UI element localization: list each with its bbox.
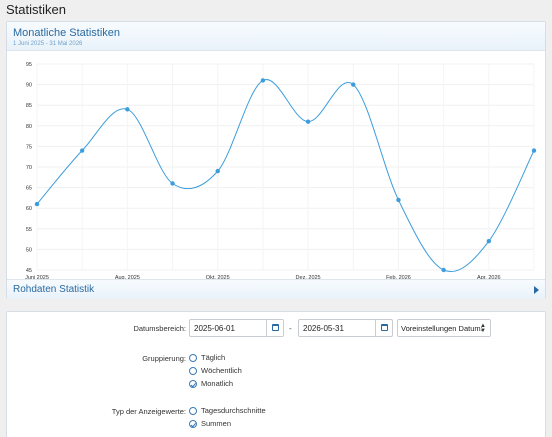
raw-stats-title: Rohdaten Statistik <box>13 284 95 295</box>
filter-form: Datumsbereich: 2025-06-01 - 2026-05-31 V… <box>6 311 546 437</box>
date-preset-select[interactable]: Voreinstellungen Datum: ▲ ▼ <box>397 319 491 337</box>
y-tick-label: 75 <box>26 144 32 150</box>
series-line <box>36 79 535 273</box>
select-arrows-icon: ▲ ▼ <box>480 323 486 334</box>
raw-stats-toggle[interactable]: Rohdaten Statistik <box>7 279 545 299</box>
y-tick-label: 70 <box>26 165 32 171</box>
expand-arrow-icon <box>534 286 539 294</box>
date-separator: - <box>289 324 292 333</box>
display-type-option-label: Tagesdurchschnitte <box>201 406 266 415</box>
panel-title: Monatliche Statistiken <box>13 27 120 39</box>
grouping-option-label: Wöchentlich <box>201 366 242 375</box>
date-from-value: 2025-06-01 <box>194 324 235 333</box>
radio-button[interactable] <box>189 407 197 415</box>
data-point <box>441 267 446 273</box>
date-from-input[interactable]: 2025-06-01 <box>189 319 284 337</box>
data-point <box>531 148 537 153</box>
y-tick-label: 95 <box>26 62 32 68</box>
y-tick-label: 45 <box>26 268 32 274</box>
y-tick-label: 80 <box>26 124 32 130</box>
display-type-option-label: Summen <box>201 419 232 428</box>
radio-button[interactable] <box>189 367 197 375</box>
data-point <box>215 168 220 174</box>
display-type-label: Typ der Anzeigewerte: <box>111 407 186 416</box>
calendar-icon <box>381 324 388 331</box>
data-point <box>79 148 85 153</box>
panel-subtitle: 1 Juni 2025 - 31 Mai 2026 <box>13 41 83 47</box>
data-point <box>170 181 175 186</box>
radio-button[interactable] <box>189 354 197 362</box>
data-point <box>396 197 401 203</box>
y-tick-label: 65 <box>26 186 32 192</box>
radio-button[interactable] <box>189 420 197 428</box>
y-tick-label: 50 <box>26 247 32 253</box>
date-from-calendar-button[interactable] <box>266 320 283 336</box>
date-to-calendar-button[interactable] <box>375 320 392 336</box>
data-point <box>34 201 40 207</box>
monthly-stats-panel: Monatliche Statistiken 1 Juni 2025 - 31 … <box>6 21 546 299</box>
date-preset-value: Voreinstellungen Datum: <box>401 324 483 333</box>
panel-header: Monatliche Statistiken 1 Juni 2025 - 31 … <box>7 22 545 51</box>
data-point <box>125 107 130 112</box>
y-tick-label: 55 <box>26 227 32 233</box>
line-chart: 4550556065707580859095Juni 2025 Aug. 2025… <box>25 62 537 296</box>
date-to-value: 2026-05-31 <box>303 324 344 333</box>
page-title: Statistiken <box>6 2 66 17</box>
y-tick-label: 60 <box>26 206 32 212</box>
grouping-label: Gruppierung: <box>142 354 186 363</box>
date-to-input[interactable]: 2026-05-31 <box>298 319 393 337</box>
data-point <box>351 82 356 87</box>
data-point <box>305 119 311 124</box>
y-tick-label: 85 <box>26 103 32 109</box>
date-range-label: Datumsbereich: <box>133 324 186 333</box>
data-point <box>260 78 266 83</box>
data-point <box>486 238 492 244</box>
calendar-icon <box>272 324 279 331</box>
y-tick-label: 90 <box>26 83 32 89</box>
grouping-option-label: Täglich <box>201 353 226 362</box>
radio-button[interactable] <box>189 380 197 388</box>
grouping-option-label: Monatlich <box>201 379 234 388</box>
